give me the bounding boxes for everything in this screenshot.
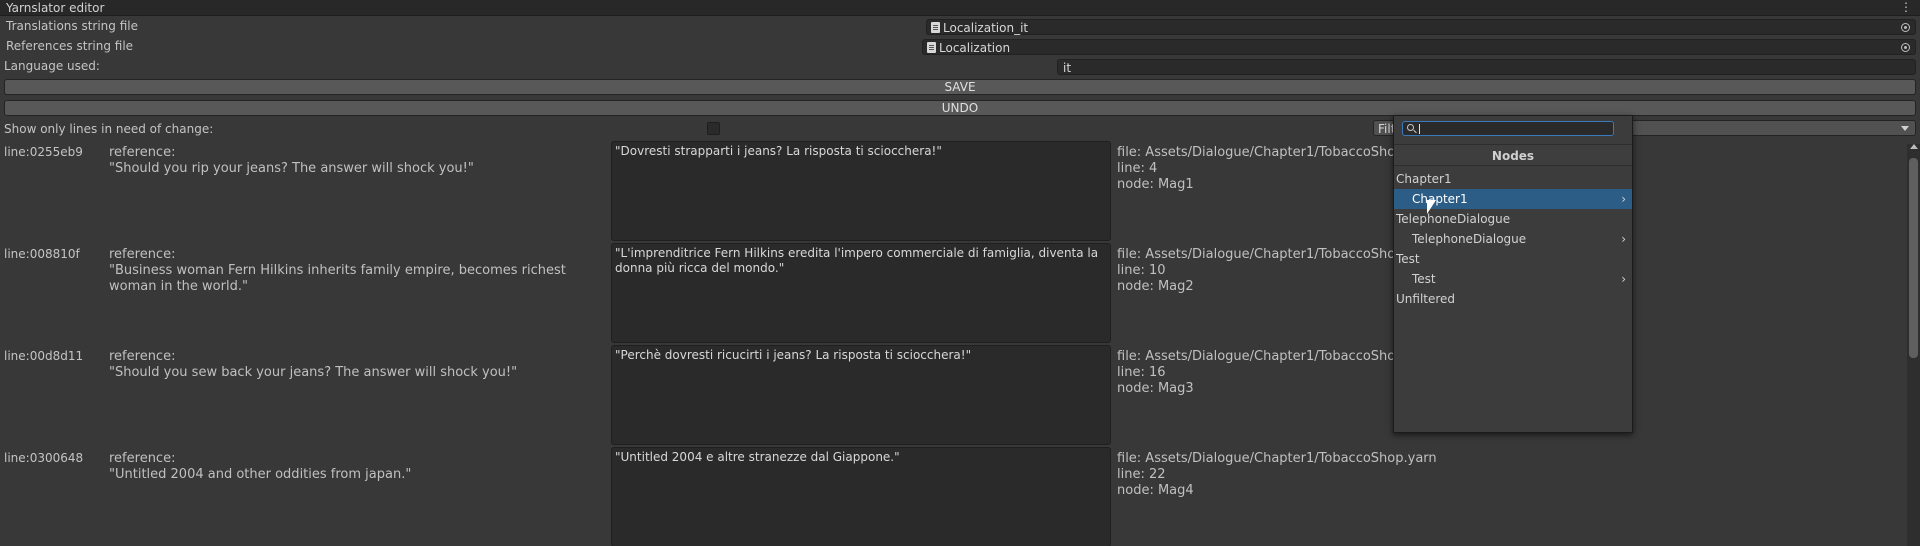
language-value: it (1063, 61, 1072, 75)
translations-file-value: Localization_it (943, 21, 1029, 35)
node-name: node: Mag4 (1117, 483, 1194, 498)
file-icon (927, 42, 936, 53)
text-caret (1419, 124, 1420, 134)
reference-text: "Should you rip your jeans? The answer w… (109, 161, 474, 176)
popup-item-test[interactable]: Test › (1394, 269, 1632, 289)
scroll-up-arrow-icon[interactable] (1910, 144, 1918, 149)
line-number: line: 4 (1117, 161, 1158, 176)
popup-item-test-group[interactable]: Test (1394, 249, 1632, 269)
show-only-label: Show only lines in need of change: (4, 122, 214, 136)
reference-label: reference: (109, 451, 176, 466)
popup-item-label: TelephoneDialogue (1396, 212, 1511, 226)
chevron-right-icon: › (1621, 192, 1626, 206)
file-path: file: Assets/Dialogue/Chapter1/TobaccoSh… (1117, 145, 1404, 160)
window-title: Yarnslator editor (6, 1, 105, 15)
chevron-down-icon (1901, 126, 1909, 131)
translations-file-label: Translations string file (6, 19, 138, 33)
popup-item-label: Test (1412, 272, 1436, 286)
file-path: file: Assets/Dialogue/Chapter1/TobaccoSh… (1117, 349, 1404, 364)
popup-header: Nodes (1394, 144, 1632, 166)
line-id: line:008810f (4, 247, 80, 261)
mouse-cursor-icon (1427, 200, 1436, 214)
line-number: line: 16 (1117, 365, 1166, 380)
popup-item-label: TelephoneDialogue (1412, 232, 1527, 246)
translation-textarea[interactable]: "L'imprenditrice Fern Hilkins eredita l'… (611, 243, 1111, 343)
reference-label: reference: (109, 145, 176, 160)
file-icon (931, 22, 940, 33)
line-number: line: 22 (1117, 467, 1166, 482)
node-name: node: Mag3 (1117, 381, 1194, 396)
line-id: line:0255eb9 (4, 145, 83, 159)
node-name: node: Mag2 (1117, 279, 1194, 294)
translation-textarea[interactable]: "Dovresti strapparti i jeans? La rispost… (611, 141, 1111, 241)
translation-textarea[interactable]: "Perchè dovresti ricucirti i jeans? La r… (611, 345, 1111, 445)
line-id: line:00d8d11 (4, 349, 84, 363)
vertical-scrollbar[interactable] (1907, 144, 1920, 546)
popup-item-label: Chapter1 (1396, 172, 1452, 186)
translations-file-field[interactable]: Localization_it (926, 19, 1916, 35)
references-file-value: Localization (939, 41, 1011, 55)
file-path: file: Assets/Dialogue/Chapter1/TobaccoSh… (1117, 247, 1404, 262)
line-id: line:0300648 (4, 451, 84, 465)
save-button[interactable]: SAVE (4, 79, 1916, 95)
reference-text: "Untitled 2004 and other oddities from j… (109, 467, 412, 482)
popup-item-label: Unfiltered (1396, 292, 1456, 306)
show-only-checkbox[interactable] (707, 122, 720, 135)
reference-label: reference: (109, 349, 176, 364)
chevron-right-icon: › (1621, 272, 1626, 286)
file-path: file: Assets/Dialogue/Chapter1/TobaccoSh… (1117, 451, 1437, 466)
references-file-label: References string file (6, 39, 134, 53)
object-picker-icon[interactable] (1901, 23, 1910, 32)
window-titlebar: Yarnslator editor ⋮ (0, 0, 1920, 16)
references-file-field[interactable]: Localization (922, 39, 1916, 55)
translation-textarea[interactable]: "Untitled 2004 e altre stranezze dal Gia… (611, 447, 1111, 546)
language-label: Language used: (4, 59, 100, 73)
vertical-dots-icon[interactable]: ⋮ (1900, 0, 1912, 14)
popup-search-input[interactable] (1402, 121, 1614, 136)
popup-item-telephonedialogue[interactable]: TelephoneDialogue › (1394, 229, 1632, 249)
object-picker-icon[interactable] (1901, 43, 1910, 52)
reference-text: "Should you sew back your jeans? The ans… (109, 365, 518, 380)
popup-item-unfiltered[interactable]: Unfiltered (1394, 289, 1632, 309)
nodes-popup: Nodes Chapter1 Chapter1 › TelephoneDialo… (1393, 115, 1633, 433)
undo-button[interactable]: UNDO (4, 100, 1916, 116)
chevron-right-icon: › (1621, 232, 1626, 246)
reference-text: "Business woman Fern Hilkins inherits fa… (109, 263, 566, 294)
popup-item-label: Chapter1 (1412, 192, 1468, 206)
line-number: line: 10 (1117, 263, 1166, 278)
scrollbar-thumb[interactable] (1909, 158, 1918, 358)
search-icon (1407, 124, 1414, 131)
node-name: node: Mag1 (1117, 177, 1194, 192)
reference-label: reference: (109, 247, 176, 262)
popup-item-chapter1-group[interactable]: Chapter1 (1394, 169, 1632, 189)
language-input[interactable]: it (1057, 59, 1916, 75)
popup-item-label: Test (1396, 252, 1420, 266)
